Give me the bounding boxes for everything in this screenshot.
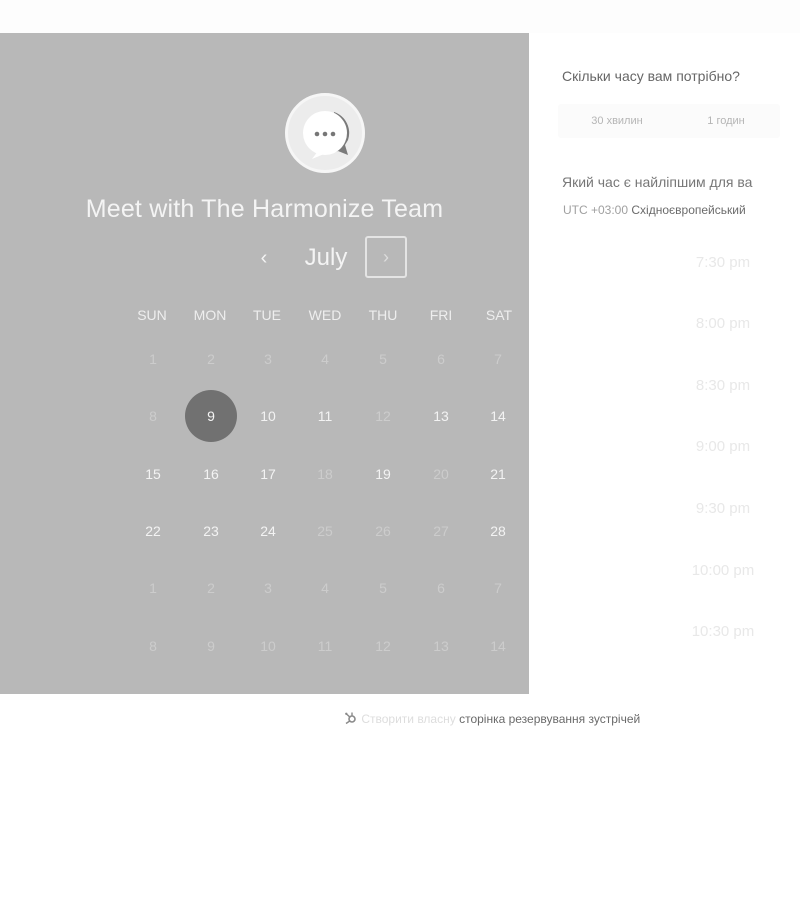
previous-month-button[interactable]: ‹ xyxy=(249,242,279,274)
time-slot[interactable]: 10:00 pm xyxy=(664,562,782,579)
calendar-day: 9 xyxy=(207,638,215,654)
time-question: Який час є найліпшим для ва xyxy=(562,174,753,190)
chat-bubble-icon xyxy=(303,111,350,159)
month-navigation: ‹ July › xyxy=(0,236,529,280)
duration-option-1h[interactable]: 1 годин xyxy=(676,104,776,138)
calendar-day: 14 xyxy=(490,638,506,654)
weekday-label: WED xyxy=(308,307,342,323)
calendar-day: 6 xyxy=(437,580,445,596)
duration-option-30min[interactable]: 30 хвилин xyxy=(567,104,667,138)
weekday-label: SUN xyxy=(137,307,167,323)
duration-selector: 30 хвилин 1 годин xyxy=(558,104,780,138)
calendar-day: 2 xyxy=(207,580,215,596)
weekday-label: THU xyxy=(368,307,398,323)
calendar-day[interactable]: 14 xyxy=(474,392,522,440)
calendar-day: 11 xyxy=(317,638,333,654)
page-title: Meet with The Harmonize Team xyxy=(85,195,444,223)
footer-text-light: Створити власну xyxy=(361,712,456,726)
calendar-day[interactable]: 28 xyxy=(474,507,522,555)
footer-text-dark: сторінка резервування зустрічей xyxy=(459,712,641,726)
calendar-day: 12 xyxy=(375,638,391,654)
team-avatar xyxy=(285,93,365,173)
calendar-day: 8 xyxy=(149,638,157,654)
calendar-day: 10 xyxy=(260,638,276,654)
calendar-day: 5 xyxy=(379,351,387,367)
calendar-day[interactable]: 11 xyxy=(301,392,349,440)
top-strip xyxy=(0,0,800,33)
calendar-day[interactable]: 23 xyxy=(187,507,235,555)
time-slot[interactable]: 10:30 pm xyxy=(664,623,782,640)
calendar-day[interactable]: 16 xyxy=(187,450,235,498)
time-slot[interactable]: 8:30 pm xyxy=(664,377,782,394)
calendar-day: 7 xyxy=(494,580,502,596)
calendar-day: 1 xyxy=(149,351,157,367)
calendar-day: 1 xyxy=(149,580,157,596)
timezone-offset: UTC +03:00 xyxy=(563,203,629,217)
calendar-day[interactable]: 21 xyxy=(474,450,522,498)
selected-day[interactable]: 9 xyxy=(185,390,237,442)
hubspot-sprocket-icon xyxy=(345,712,356,725)
weekday-label: SAT xyxy=(485,307,513,323)
chevron-left-icon: ‹ xyxy=(260,246,268,269)
time-slot[interactable]: 8:00 pm xyxy=(664,315,782,332)
calendar-day: 26 xyxy=(375,523,391,539)
calendar-day: 4 xyxy=(321,580,329,596)
calendar-day: 12 xyxy=(375,408,391,424)
calendar-day: 27 xyxy=(433,523,449,539)
calendar-day[interactable]: 19 xyxy=(359,450,407,498)
calendar-day[interactable]: 10 xyxy=(244,392,292,440)
next-month-button[interactable]: › xyxy=(365,236,407,278)
calendar-day: 7 xyxy=(494,351,502,367)
calendar-day: 8 xyxy=(149,408,157,424)
calendar-day: 25 xyxy=(317,523,333,539)
calendar-day[interactable]: 13 xyxy=(417,392,465,440)
chevron-right-icon: › xyxy=(383,246,389,267)
calendar-day[interactable]: 24 xyxy=(244,507,292,555)
footer-link[interactable]: Створити власну сторінка резервування зу… xyxy=(344,711,640,726)
calendar-day: 3 xyxy=(264,580,272,596)
calendar-day: 2 xyxy=(207,351,215,367)
time-slot[interactable]: 9:30 pm xyxy=(664,500,782,517)
time-slot[interactable]: 9:00 pm xyxy=(664,438,782,455)
calendar-day: 3 xyxy=(264,351,272,367)
calendar-day: 5 xyxy=(379,580,387,596)
time-slot[interactable]: 7:30 pm xyxy=(664,254,782,271)
weekday-label: TUE xyxy=(253,307,281,323)
month-label: July xyxy=(304,244,348,271)
duration-question: Скільки часу вам потрібно? xyxy=(562,68,740,84)
calendar-day: 18 xyxy=(317,466,333,482)
calendar-day[interactable]: 17 xyxy=(244,450,292,498)
calendar-day[interactable]: 22 xyxy=(129,507,177,555)
timezone-selector[interactable]: UTC +03:00 Східноєвропейський xyxy=(563,203,746,217)
weekday-label: MON xyxy=(193,307,227,323)
calendar-day: 20 xyxy=(433,466,449,482)
weekday-label: FRI xyxy=(429,307,453,323)
calendar-day: 4 xyxy=(321,351,329,367)
calendar-day: 6 xyxy=(437,351,445,367)
timezone-name: Східноєвропейський xyxy=(631,203,746,217)
calendar-day: 13 xyxy=(433,638,449,654)
calendar-day[interactable]: 15 xyxy=(129,450,177,498)
